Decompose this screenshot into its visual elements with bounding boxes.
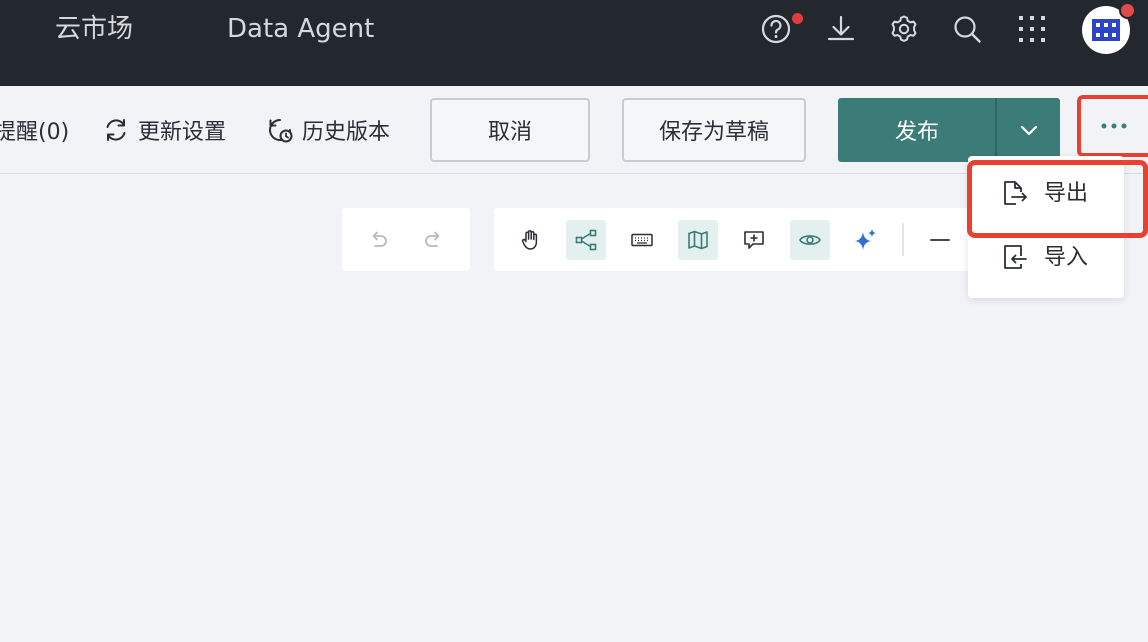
more-dots-icon [1101, 123, 1127, 129]
redo-button[interactable] [414, 220, 454, 260]
hand-icon [521, 230, 538, 250]
chevron-down-icon [1020, 125, 1037, 136]
publish-dropdown-button[interactable] [997, 98, 1060, 162]
toolbar-divider [902, 223, 904, 256]
update-settings-label: 更新设置 [138, 120, 227, 145]
redo-icon [425, 231, 440, 247]
history-label: 历史版本 [302, 120, 391, 145]
nav-link-cloud-market[interactable]: 云市场 [55, 12, 133, 46]
update-settings-link[interactable]: 更新设置 [102, 114, 226, 146]
graph-icon [575, 229, 597, 251]
menu-item-export[interactable]: 导出 [968, 165, 1124, 223]
sparkle-icon [855, 229, 876, 250]
menu-item-import[interactable]: 导入 [968, 229, 1124, 287]
history-icon [269, 119, 293, 143]
eye-icon [799, 235, 821, 245]
help-notification-dot [792, 13, 803, 24]
canvas-toolbar [494, 208, 974, 271]
reminder-label: 提醒(0) [0, 120, 70, 145]
undo-button[interactable] [358, 220, 398, 260]
hand-tool-button[interactable] [510, 220, 550, 260]
cancel-button[interactable]: 取消 [430, 98, 590, 162]
add-comment-button[interactable] [734, 220, 774, 260]
undo-redo-toolbar [342, 208, 470, 271]
zoom-out-button[interactable] [920, 220, 960, 260]
map-icon [688, 230, 708, 250]
search-icon[interactable] [951, 13, 983, 45]
settings-icon[interactable] [888, 13, 920, 45]
import-icon [1004, 245, 1027, 269]
comment-add-icon [744, 231, 764, 249]
apps-grid-icon[interactable] [1016, 13, 1048, 45]
top-nav: 云市场 Data Agent [0, 0, 1148, 86]
keyboard-icon [631, 233, 653, 247]
export-icon [1004, 181, 1027, 205]
refresh-icon [106, 119, 126, 141]
reminder-link[interactable]: 提醒(0) [0, 114, 69, 146]
menu-item-export-label: 导出 [1044, 181, 1089, 206]
keyboard-button[interactable] [622, 220, 662, 260]
nav-link-data-agent[interactable]: Data Agent [227, 12, 374, 46]
undo-icon [372, 231, 387, 247]
more-options-menu: 导出 导入 [968, 156, 1124, 298]
save-draft-button[interactable]: 保存为草稿 [622, 98, 806, 162]
ai-assist-button[interactable] [846, 220, 886, 260]
download-icon[interactable] [825, 13, 857, 45]
zoom-out-icon [930, 239, 950, 241]
more-options-button[interactable] [1080, 98, 1148, 154]
history-versions-link[interactable]: 历史版本 [266, 114, 390, 146]
menu-item-import-label: 导入 [1044, 245, 1089, 270]
avatar-notification-dot [1119, 2, 1136, 19]
preview-button[interactable] [790, 220, 830, 260]
minimap-button[interactable] [678, 220, 718, 260]
help-icon[interactable] [760, 13, 792, 45]
graph-view-button[interactable] [566, 220, 606, 260]
publish-button[interactable]: 发布 [838, 98, 996, 162]
